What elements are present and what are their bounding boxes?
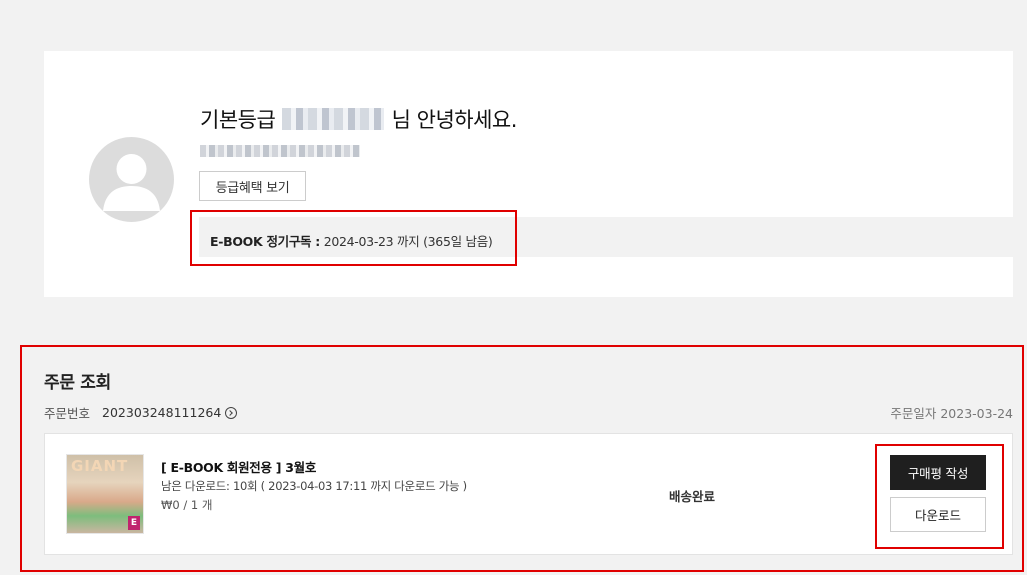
order-date-label: 주문일자: [890, 406, 937, 421]
order-date-value: 2023-03-24: [940, 406, 1013, 421]
order-item-card: GIANT E [ E-BOOK 회원전용 ] 3월호 남은 다운로드: 10회…: [44, 433, 1013, 555]
product-title[interactable]: [ E-BOOK 회원전용 ] 3월호: [161, 457, 316, 476]
greeting-suffix: 님 안녕하세요.: [391, 108, 518, 132]
grade-label: 기본등급: [200, 108, 276, 132]
orders-section-title: 주문 조회: [44, 373, 111, 393]
order-number-link[interactable]: 202303248111264: [102, 405, 238, 420]
buttons-highlight: [875, 444, 1004, 549]
avatar: [89, 137, 174, 222]
order-date: 주문일자 2023-03-24: [890, 403, 1013, 422]
order-number-label: 주문번호: [44, 406, 91, 421]
product-thumbnail[interactable]: GIANT E: [66, 454, 144, 534]
greeting: 기본등급 님 안녕하세요.: [200, 104, 517, 134]
user-silhouette-icon: [103, 154, 160, 211]
thumbnail-masthead: GIANT: [71, 457, 129, 475]
subscription-highlight: [190, 210, 517, 266]
order-meta: 주문번호 202303248111264: [44, 403, 238, 422]
grade-benefits-button[interactable]: 등급혜택 보기: [199, 171, 306, 201]
circle-arrow-right-icon[interactable]: [225, 406, 238, 419]
download-remaining: 남은 다운로드: 10회 ( 2023-04-03 17:11 까지 다운로드 …: [161, 479, 467, 493]
redacted-username: [282, 108, 385, 130]
product-price: ₩0 / 1 개: [161, 498, 213, 512]
delivery-status: 배송완료: [669, 489, 716, 504]
ebook-badge: E: [128, 516, 140, 530]
redacted-email: [200, 145, 360, 157]
order-number[interactable]: 202303248111264: [102, 405, 221, 420]
